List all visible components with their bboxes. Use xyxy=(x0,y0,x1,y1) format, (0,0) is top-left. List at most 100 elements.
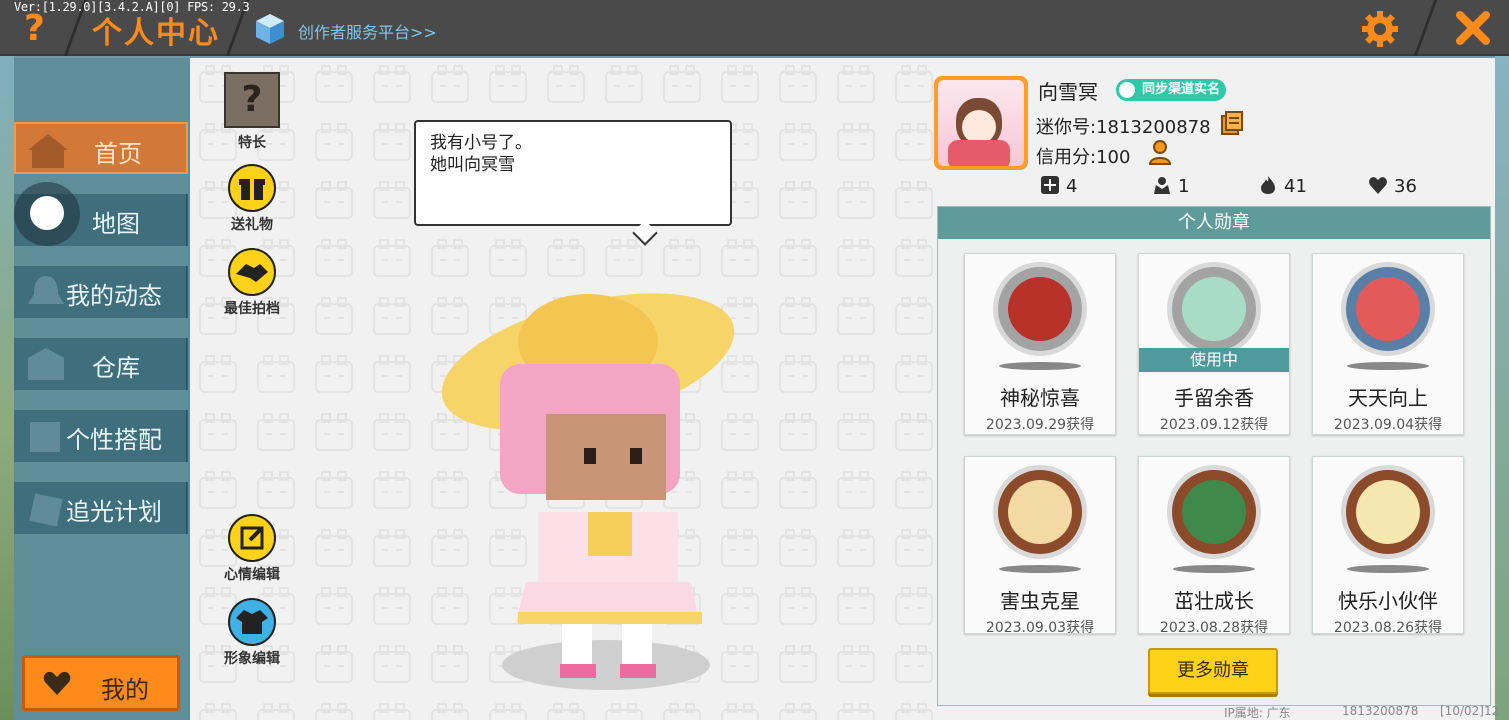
question-block-icon: ? xyxy=(224,72,280,128)
nav-item-warehouse[interactable]: 仓库 xyxy=(14,338,188,390)
more-medals-button[interactable]: 更多勋章 xyxy=(1148,648,1278,694)
speech-line: 我有小号了。 xyxy=(430,133,532,153)
medal-card[interactable]: 神秘惊喜 2023.09.29获得 xyxy=(964,253,1116,435)
medal-calendar-icon xyxy=(1341,262,1435,356)
add-friend-icon xyxy=(1041,176,1059,194)
touch-cursor xyxy=(14,182,80,246)
medal-name: 手留余香 xyxy=(1174,386,1254,410)
speech-line: 她叫向冥雪 xyxy=(430,155,515,175)
heart-icon xyxy=(43,671,71,695)
outfit-icon xyxy=(30,422,60,452)
light-plan-icon xyxy=(29,493,63,527)
edit-icon xyxy=(228,514,276,562)
medal-name: 天天向上 xyxy=(1348,386,1428,410)
nav-item-label: 地图 xyxy=(92,210,140,238)
best-partner-label: 最佳拍档 xyxy=(224,301,280,317)
skill-button[interactable]: ? 特长 xyxy=(214,72,290,152)
mood-edit-label: 心情编辑 xyxy=(224,567,280,583)
bell-icon xyxy=(28,276,64,304)
nav-item-activity[interactable]: 我的动态 xyxy=(14,266,188,318)
profile-screen: ? 个人中心 创作者服务平台>> Ver:[1.29.0][3.4.2.A][0… xyxy=(0,0,1509,720)
fans-stat[interactable]: 1 xyxy=(1152,175,1189,197)
medal-name: 神秘惊喜 xyxy=(1000,386,1080,410)
nav-item-home[interactable]: 首页 xyxy=(14,122,188,174)
question-icon[interactable]: ? xyxy=(24,10,54,48)
left-nav: 首页 地图 我的动态 仓库 个性搭配 追光计划 xyxy=(14,58,190,720)
footer-date: [10/02]12 xyxy=(1440,704,1500,718)
copy-icon[interactable] xyxy=(1220,110,1244,136)
medal-friends-icon xyxy=(1341,465,1435,559)
fans-count: 1 xyxy=(1178,176,1190,197)
nav-item-light-plan[interactable]: 追光计划 xyxy=(14,482,188,534)
speech-bubble: 我有小号了。 她叫向冥雪 xyxy=(414,120,732,226)
medal-pest-icon xyxy=(993,465,1087,559)
friends-count: 4 xyxy=(1066,176,1078,197)
background-left xyxy=(0,0,14,720)
heat-stat[interactable]: 41 xyxy=(1258,175,1307,197)
home-icon xyxy=(28,134,68,168)
nav-item-label: 首页 xyxy=(94,140,142,168)
medal-stand xyxy=(1173,565,1255,573)
nav-item-label: 我的动态 xyxy=(66,282,162,310)
footer-uid: 1813200878 xyxy=(1342,704,1419,718)
medal-stand xyxy=(999,565,1081,573)
medal-panel-title: 个人勋章 xyxy=(938,207,1490,239)
medal-date: 2023.08.28获得 xyxy=(1159,620,1269,636)
medal-date: 2023.09.04获得 xyxy=(1333,417,1443,433)
best-partner-button[interactable]: 最佳拍档 xyxy=(214,248,290,318)
look-edit-label: 形象编辑 xyxy=(224,651,280,667)
medal-date: 2023.09.29获得 xyxy=(985,417,1095,433)
medal-card[interactable]: 使用中 手留余香 2023.09.12获得 xyxy=(1138,253,1290,435)
character-avatar[interactable] xyxy=(438,272,768,682)
medal-card[interactable]: 害虫克星 2023.09.03获得 xyxy=(964,456,1116,636)
clothes-icon xyxy=(228,598,276,646)
verify-badge[interactable]: 同步渠道实名 xyxy=(1116,79,1227,101)
handshake-icon xyxy=(228,248,276,296)
gear-icon[interactable] xyxy=(1360,9,1400,49)
gift-label: 送礼物 xyxy=(231,217,273,233)
avatar[interactable] xyxy=(934,76,1028,170)
warehouse-icon xyxy=(28,348,64,380)
nav-item-label: 个性搭配 xyxy=(66,426,162,454)
username: 向雪冥 xyxy=(1038,80,1098,104)
nav-item-label: 追光计划 xyxy=(66,498,162,526)
medal-date: 2023.09.03获得 xyxy=(985,620,1095,636)
medal-name: 害虫克星 xyxy=(1000,589,1080,613)
medal-card[interactable]: 快乐小伙伴 2023.08.26获得 xyxy=(1312,456,1464,636)
nav-item-label: 仓库 xyxy=(92,354,140,382)
nav-item-outfit[interactable]: 个性搭配 xyxy=(14,410,188,462)
medal-date: 2023.08.26获得 xyxy=(1333,620,1443,636)
mood-edit-button[interactable]: 心情编辑 xyxy=(214,514,290,584)
divider xyxy=(1413,0,1438,56)
gift-button[interactable]: 送礼物 xyxy=(214,164,290,234)
fans-icon xyxy=(1154,177,1170,194)
gift-icon xyxy=(228,164,276,212)
medal-gift-icon xyxy=(993,262,1087,356)
skill-label: 特长 xyxy=(238,135,266,151)
mini-id: 迷你号:1813200878 xyxy=(1036,117,1211,138)
heart-icon xyxy=(1369,177,1387,194)
mine-button[interactable]: 我的 xyxy=(22,655,180,711)
credit-score: 信用分:100 xyxy=(1036,147,1131,168)
creator-platform-link[interactable]: 创作者服务平台>> xyxy=(298,19,437,43)
close-icon[interactable] xyxy=(1453,8,1493,48)
avatar-image xyxy=(938,80,1024,166)
version-fps-readout: Ver:[1.29.0][3.4.2.A][0] FPS: 29.3 xyxy=(14,0,250,14)
ip-location: IP属地: 广东 xyxy=(1224,706,1291,720)
background-right xyxy=(1495,0,1509,720)
likes-count: 36 xyxy=(1394,176,1417,197)
heat-count: 41 xyxy=(1284,176,1307,197)
look-edit-button[interactable]: 形象编辑 xyxy=(214,598,290,668)
medal-name: 茁壮成长 xyxy=(1174,589,1254,613)
friends-stat[interactable]: 4 xyxy=(1040,175,1077,197)
medal-name: 快乐小伙伴 xyxy=(1338,589,1438,613)
page-title: 个人中心 xyxy=(92,16,220,51)
mine-label: 我的 xyxy=(101,676,149,704)
medal-stand xyxy=(1347,362,1429,370)
medal-card[interactable]: 茁壮成长 2023.08.28获得 xyxy=(1138,456,1290,636)
medal-card[interactable]: 天天向上 2023.09.04获得 xyxy=(1312,253,1464,435)
medal-date: 2023.09.12获得 xyxy=(1159,417,1269,433)
medal-stand xyxy=(1347,565,1429,573)
credit-person-icon[interactable] xyxy=(1148,140,1176,166)
likes-stat[interactable]: 36 xyxy=(1368,175,1417,197)
